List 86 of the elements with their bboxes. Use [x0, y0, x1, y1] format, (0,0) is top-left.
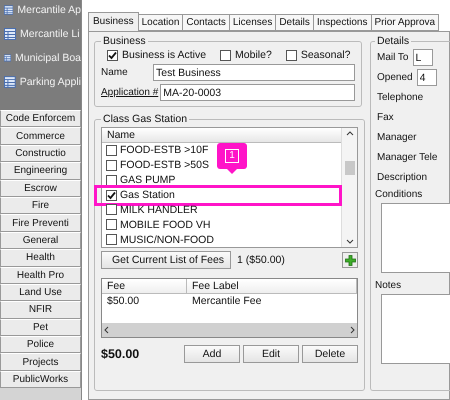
tab[interactable]: Details: [275, 14, 314, 31]
field-label: Manager Tele: [377, 152, 438, 163]
table-icon: [4, 4, 14, 16]
input-field[interactable]: MA-20-0003: [160, 84, 355, 101]
field-label: Fax: [377, 112, 394, 123]
checkbox[interactable]: [106, 234, 117, 246]
table-cell-text: Mercantile Fee: [191, 294, 262, 308]
group-title: Class Gas Station: [102, 113, 188, 125]
tab[interactable]: Inspections: [312, 14, 372, 31]
checkbox[interactable]: [106, 144, 117, 156]
tab[interactable]: Contacts: [182, 14, 230, 31]
module-item[interactable]: Municipal Boa: [15, 52, 81, 64]
tab[interactable]: Prior Approva: [370, 14, 440, 31]
input-field[interactable]: L: [412, 49, 432, 66]
tab[interactable]: Location: [138, 14, 184, 31]
list-item[interactable]: FOOD-ESTB >50S: [120, 159, 209, 172]
category-button[interactable]: Police: [0, 336, 81, 354]
field-label: Application #: [101, 87, 158, 98]
list-item[interactable]: MOBILE FOOD VH: [120, 218, 210, 231]
list-item[interactable]: FOOD-ESTB >10F: [120, 144, 208, 156]
checkbox-label: Seasonal?: [300, 49, 350, 61]
checkbox[interactable]: [106, 190, 117, 200]
fee-total: $50.00: [101, 347, 140, 361]
input-field[interactable]: Test Business: [153, 64, 355, 81]
checkbox[interactable]: [106, 160, 117, 171]
field-label: Description: [377, 172, 428, 183]
category-button[interactable]: Commerce: [0, 127, 81, 145]
checkbox-label: Mobile?: [235, 49, 272, 61]
group-title: Details: [376, 35, 410, 47]
checkbox[interactable]: [220, 50, 232, 60]
checkbox[interactable]: [286, 50, 297, 60]
module-item[interactable]: Mercantile Ap: [17, 4, 81, 16]
category-button[interactable]: Escrow: [0, 180, 81, 197]
table-cell-text: $50.00: [106, 294, 140, 308]
category-button[interactable]: Code Enforcem: [0, 110, 81, 128]
checkbox-label: Business is Active: [122, 49, 206, 61]
input-field[interactable]: 4: [416, 69, 437, 86]
table-icon: [4, 76, 16, 88]
category-button[interactable]: General: [0, 232, 81, 250]
field-label: Notes: [375, 280, 402, 291]
checkbox[interactable]: [106, 219, 117, 230]
category-button[interactable]: Projects: [0, 353, 81, 371]
scrollbar[interactable]: [341, 128, 357, 247]
checkbox[interactable]: [106, 204, 117, 216]
category-button[interactable]: NFIR: [0, 301, 81, 319]
column-header: Fee Label: [187, 279, 357, 294]
fee-count: 1 ($50.00): [237, 254, 286, 266]
group-title: Business: [102, 35, 147, 47]
callout-number: 1: [225, 149, 239, 163]
field-label: Conditions: [375, 189, 424, 200]
module-item[interactable]: Parking Appli: [20, 76, 81, 88]
field-label: Opened: [377, 72, 413, 83]
list-item[interactable]: MILK HANDLER: [120, 204, 198, 216]
list-item[interactable]: MUSIC/NON-FOOD: [120, 234, 214, 246]
get-fees-button[interactable]: Get Current List of Fees: [101, 251, 231, 269]
field-label: Manager: [377, 132, 416, 143]
category-button[interactable]: Land Use: [0, 284, 81, 302]
category-button[interactable]: Health: [0, 249, 81, 267]
add-button[interactable]: [342, 252, 358, 268]
field-label: Telephone: [377, 92, 424, 103]
category-button[interactable]: Fire Preventi: [0, 214, 81, 232]
tab[interactable]: Licenses: [228, 14, 276, 31]
category-button[interactable]: Engineering: [0, 162, 81, 180]
category-button[interactable]: Pet: [0, 318, 81, 336]
category-button[interactable]: Fire: [0, 196, 81, 214]
action-button[interactable]: Edit: [243, 345, 299, 363]
field-label: Mail To: [377, 52, 408, 63]
list-item[interactable]: GAS PUMP: [120, 174, 176, 186]
list-item[interactable]: Gas Station: [120, 189, 175, 201]
plus-icon: [344, 254, 356, 266]
column-header: Fee: [102, 279, 187, 294]
scrollbar[interactable]: [102, 323, 357, 337]
checkbox[interactable]: [107, 50, 118, 60]
action-button[interactable]: Add: [184, 345, 240, 363]
table-icon: [4, 52, 12, 64]
tab[interactable]: Business: [88, 12, 139, 31]
category-button[interactable]: PublicWorks: [0, 370, 81, 388]
checkbox[interactable]: [106, 174, 117, 186]
action-button[interactable]: Delete: [302, 345, 358, 363]
scroll-thumb[interactable]: [344, 160, 354, 174]
category-button[interactable]: Health Pro: [0, 266, 81, 284]
module-item[interactable]: Mercantile Li: [20, 28, 80, 40]
column-header: Name: [102, 128, 341, 143]
table-icon: [4, 28, 16, 40]
category-button[interactable]: Constructio: [0, 144, 81, 162]
field-label: Name: [101, 67, 129, 78]
